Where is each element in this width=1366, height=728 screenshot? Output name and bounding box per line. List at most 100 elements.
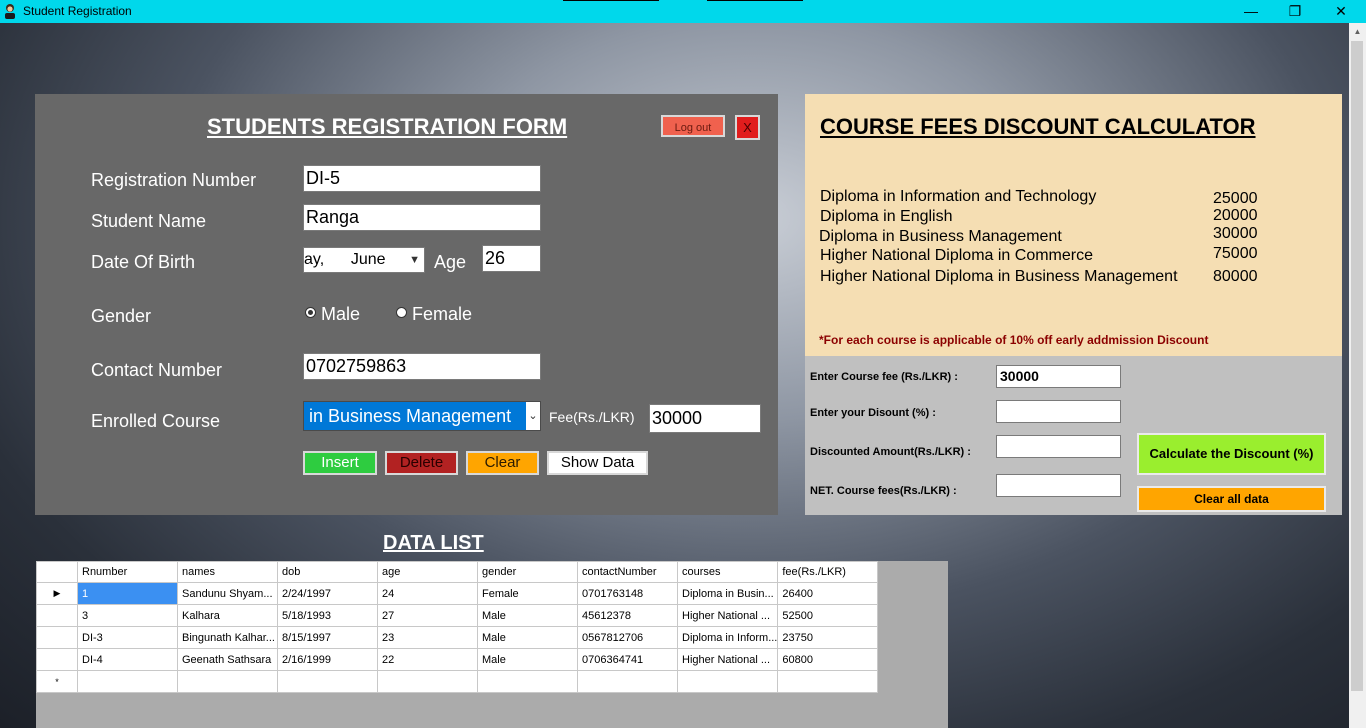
radio-selected-icon[interactable] (305, 307, 316, 318)
delete-button[interactable]: Delete (385, 451, 458, 475)
maximize-button[interactable]: ❐ (1272, 0, 1318, 23)
table-row[interactable]: 3 Kalhara 5/18/1993 27 Male 45612378 Hig… (36, 604, 879, 627)
table-cell[interactable]: 23 (377, 626, 478, 649)
table-cell[interactable]: 1 (77, 582, 178, 605)
table-cell[interactable] (577, 670, 678, 693)
table-cell[interactable] (676, 670, 779, 693)
contact-number-input[interactable]: 0702759863 (303, 353, 541, 380)
scroll-up-arrow-icon[interactable]: ▲ (1349, 23, 1366, 40)
net-course-fee-label: NET. Course fees(Rs./LKR) : (810, 485, 957, 497)
net-course-fee-input[interactable] (996, 474, 1121, 497)
row-header[interactable] (36, 626, 78, 649)
table-cell[interactable]: Male (477, 626, 578, 649)
table-cell[interactable]: 22 (377, 648, 478, 671)
vertical-scrollbar[interactable]: ▲ (1349, 23, 1366, 728)
table-cell[interactable]: 2/24/1997 (277, 582, 378, 605)
table-cell[interactable]: 26400 (777, 582, 879, 605)
table-cell[interactable]: 60800 (777, 648, 879, 671)
table-cell[interactable]: DI-4 (77, 648, 178, 671)
row-header[interactable] (36, 648, 78, 671)
table-cell[interactable] (277, 670, 378, 693)
table-cell[interactable]: Female (477, 582, 578, 605)
table-cell[interactable]: 24 (377, 582, 478, 605)
table-cell[interactable]: Diploma in Inform... (676, 626, 779, 649)
radio-unselected-icon[interactable] (396, 307, 407, 318)
table-cell[interactable]: Diploma in Busin... (676, 582, 779, 605)
current-row-indicator-icon[interactable]: ▶ (36, 582, 78, 605)
table-cell[interactable]: 5/18/1993 (277, 604, 378, 627)
logout-button[interactable]: Log out (661, 115, 725, 137)
table-cell[interactable] (77, 670, 178, 693)
table-cell[interactable]: Higher National ... (676, 648, 779, 671)
age-input[interactable]: 26 (482, 245, 541, 272)
table-cell[interactable]: 0701763148 (577, 582, 678, 605)
table-cell[interactable]: Higher National ... (676, 604, 779, 627)
table-cell[interactable] (177, 670, 278, 693)
table-cell[interactable]: 0567812706 (577, 626, 678, 649)
chevron-down-icon[interactable]: ⌄ (526, 402, 540, 430)
fee-input[interactable]: 30000 (649, 404, 761, 433)
titlebar-divider (707, 0, 803, 1)
table-cell[interactable]: Sandunu Shyam... (177, 582, 278, 605)
clear-button[interactable]: Clear (466, 451, 539, 475)
table-cell[interactable]: 2/16/1999 (277, 648, 378, 671)
show-data-button[interactable]: Show Data (547, 451, 648, 475)
gender-male-radio[interactable]: Male (305, 304, 360, 325)
table-cell[interactable]: DI-3 (77, 626, 178, 649)
table-cell[interactable] (377, 670, 478, 693)
row-header[interactable] (36, 604, 78, 627)
column-header[interactable]: gender (477, 561, 578, 583)
clear-all-data-button[interactable]: Clear all data (1137, 486, 1326, 512)
table-cell[interactable]: 0706364741 (577, 648, 678, 671)
table-row[interactable]: ▶ 1 Sandunu Shyam... 2/24/1997 24 Female… (36, 582, 879, 605)
table-cell[interactable] (477, 670, 578, 693)
column-header[interactable]: fee(Rs./LKR) (777, 561, 879, 583)
calculate-discount-button[interactable]: Calculate the Discount (%) (1137, 433, 1326, 475)
table-cell[interactable] (777, 670, 879, 693)
chevron-down-icon[interactable]: ▼ (409, 248, 420, 272)
student-name-input[interactable]: Ranga (303, 204, 541, 231)
table-cell[interactable]: Male (477, 648, 578, 671)
table-cell[interactable]: Geenath Sathsara (177, 648, 278, 671)
student-name-label: Student Name (91, 211, 207, 231)
column-header[interactable]: dob (277, 561, 378, 583)
table-row[interactable]: DI-4 Geenath Sathsara 2/16/1999 22 Male … (36, 648, 879, 671)
column-header[interactable]: names (177, 561, 278, 583)
gender-male-label: Male (321, 304, 361, 324)
table-cell[interactable]: 27 (377, 604, 478, 627)
gender-female-radio[interactable]: Female (396, 304, 472, 325)
registration-number-input[interactable]: DI-5 (303, 165, 541, 192)
date-of-birth-picker[interactable]: ay, June ▼ (303, 247, 425, 273)
column-header[interactable]: courses (676, 561, 779, 583)
table-cell[interactable]: 3 (77, 604, 178, 627)
new-row[interactable]: * (36, 670, 879, 693)
new-row-marker-icon[interactable]: * (36, 670, 78, 693)
row-header-corner[interactable] (36, 561, 78, 583)
insert-button[interactable]: Insert (303, 451, 377, 475)
course-fee: 30000 (1213, 225, 1258, 242)
table-cell[interactable]: Kalhara (177, 604, 278, 627)
data-grid[interactable]: Rnumber names dob age gender contactNumb… (36, 561, 948, 728)
table-cell[interactable]: 45612378 (577, 604, 678, 627)
enrolled-course-dropdown[interactable]: in Business Management ⌄ (303, 401, 541, 431)
table-header-row: Rnumber names dob age gender contactNumb… (36, 561, 879, 583)
table-row[interactable]: DI-3 Bingunath Kalhar... 8/15/1997 23 Ma… (36, 626, 879, 649)
table-cell[interactable]: Bingunath Kalhar... (177, 626, 278, 649)
table-cell[interactable]: 52500 (777, 604, 879, 627)
column-header[interactable]: contactNumber (577, 561, 678, 583)
discounted-amount-input[interactable] (996, 435, 1121, 458)
scrollbar-thumb[interactable] (1351, 41, 1363, 691)
window-close-button[interactable]: ✕ (1318, 0, 1364, 23)
column-header[interactable]: Rnumber (77, 561, 178, 583)
table-cell[interactable]: 23750 (777, 626, 879, 649)
course-fee-input[interactable]: 30000 (996, 365, 1121, 388)
minimize-button[interactable]: — (1228, 0, 1274, 23)
window-titlebar[interactable]: Student Registration — ❐ ✕ (0, 0, 1366, 23)
table-cell[interactable]: 8/15/1997 (277, 626, 378, 649)
data-table[interactable]: Rnumber names dob age gender contactNumb… (36, 561, 879, 693)
date-of-birth-value: ay, June (304, 251, 386, 268)
form-close-button[interactable]: X (735, 115, 760, 140)
discount-percent-input[interactable] (996, 400, 1121, 423)
column-header[interactable]: age (377, 561, 478, 583)
table-cell[interactable]: Male (477, 604, 578, 627)
